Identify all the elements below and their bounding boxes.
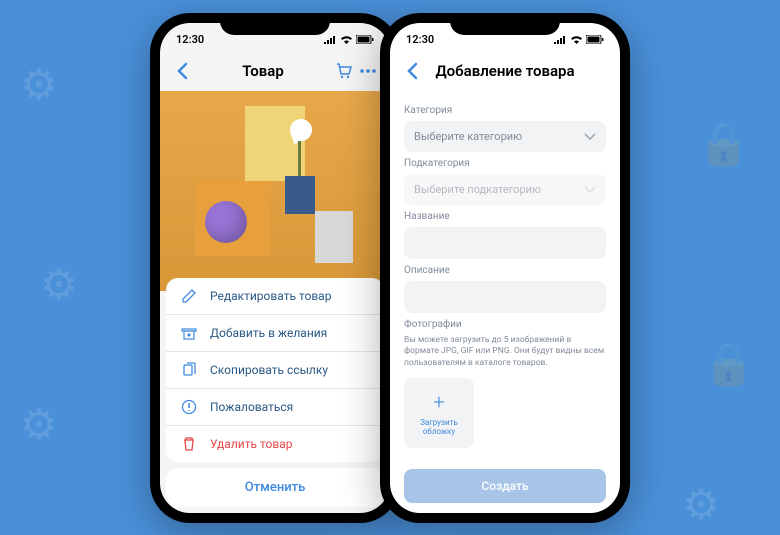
phone-frame-left: 12:30 Товар xyxy=(150,13,400,523)
photos-hint: Вы можете загрузить до 5 изображений в ф… xyxy=(404,335,606,371)
action-delete[interactable]: Удалить товар xyxy=(166,426,384,462)
product-image xyxy=(160,91,390,291)
create-button[interactable]: Создать xyxy=(404,469,606,503)
action-label: Скопировать ссылку xyxy=(210,363,328,377)
phone-notch xyxy=(220,13,330,35)
cart-icon[interactable] xyxy=(334,62,354,80)
action-label: Пожаловаться xyxy=(210,400,293,414)
page-title: Добавление товара xyxy=(422,62,588,80)
status-icons xyxy=(323,35,374,44)
chevron-down-icon xyxy=(584,133,596,140)
add-product-form: Категория Выберите категорию Подкатегори… xyxy=(390,91,620,457)
trash-icon xyxy=(180,436,198,452)
chevron-down-icon xyxy=(584,186,596,193)
action-report[interactable]: Пожаловаться xyxy=(166,389,384,426)
status-time: 12:30 xyxy=(406,33,434,46)
plus-icon: + xyxy=(433,390,444,414)
create-label: Создать xyxy=(481,479,528,493)
action-label: Удалить товар xyxy=(210,437,292,451)
name-input[interactable] xyxy=(404,227,606,259)
name-label: Название xyxy=(404,211,606,222)
copy-icon xyxy=(180,362,198,378)
cancel-label: Отменить xyxy=(245,480,306,495)
action-edit[interactable]: Редактировать товар xyxy=(166,278,384,315)
more-icon[interactable] xyxy=(358,69,378,73)
action-wishlist[interactable]: Добавить в желания xyxy=(166,315,384,352)
subcategory-placeholder: Выберите подкатегорию xyxy=(414,183,541,196)
status-icons xyxy=(553,35,604,44)
action-copy[interactable]: Скопировать ссылку xyxy=(166,352,384,389)
back-icon[interactable] xyxy=(172,62,192,80)
description-input[interactable] xyxy=(404,281,606,313)
page-title: Товар xyxy=(192,62,334,80)
header: Товар xyxy=(160,51,390,91)
subcategory-label: Подкатегория xyxy=(404,158,606,169)
category-select[interactable]: Выберите категорию xyxy=(404,121,606,152)
action-label: Редактировать товар xyxy=(210,289,331,303)
action-sheet: Редактировать товар Добавить в желания С… xyxy=(160,272,390,513)
phone-frame-right: 12:30 Добавление товара Категория Выбери… xyxy=(380,13,630,523)
action-label: Добавить в желания xyxy=(210,326,327,340)
wishlist-icon xyxy=(180,325,198,341)
category-placeholder: Выберите категорию xyxy=(414,130,522,143)
action-cancel[interactable]: Отменить xyxy=(166,468,384,507)
photos-label: Фотографии xyxy=(404,319,606,330)
upload-cover-button[interactable]: + Загрузить обложку xyxy=(404,378,474,448)
phone-notch xyxy=(450,13,560,35)
back-icon[interactable] xyxy=(402,62,422,80)
description-label: Описание xyxy=(404,265,606,276)
category-label: Категория xyxy=(404,105,606,116)
upload-label: Загрузить обложку xyxy=(404,418,474,437)
pencil-icon xyxy=(180,288,198,304)
status-time: 12:30 xyxy=(176,33,204,46)
subcategory-select: Выберите подкатегорию xyxy=(404,174,606,205)
header: Добавление товара xyxy=(390,51,620,91)
report-icon xyxy=(180,399,198,415)
